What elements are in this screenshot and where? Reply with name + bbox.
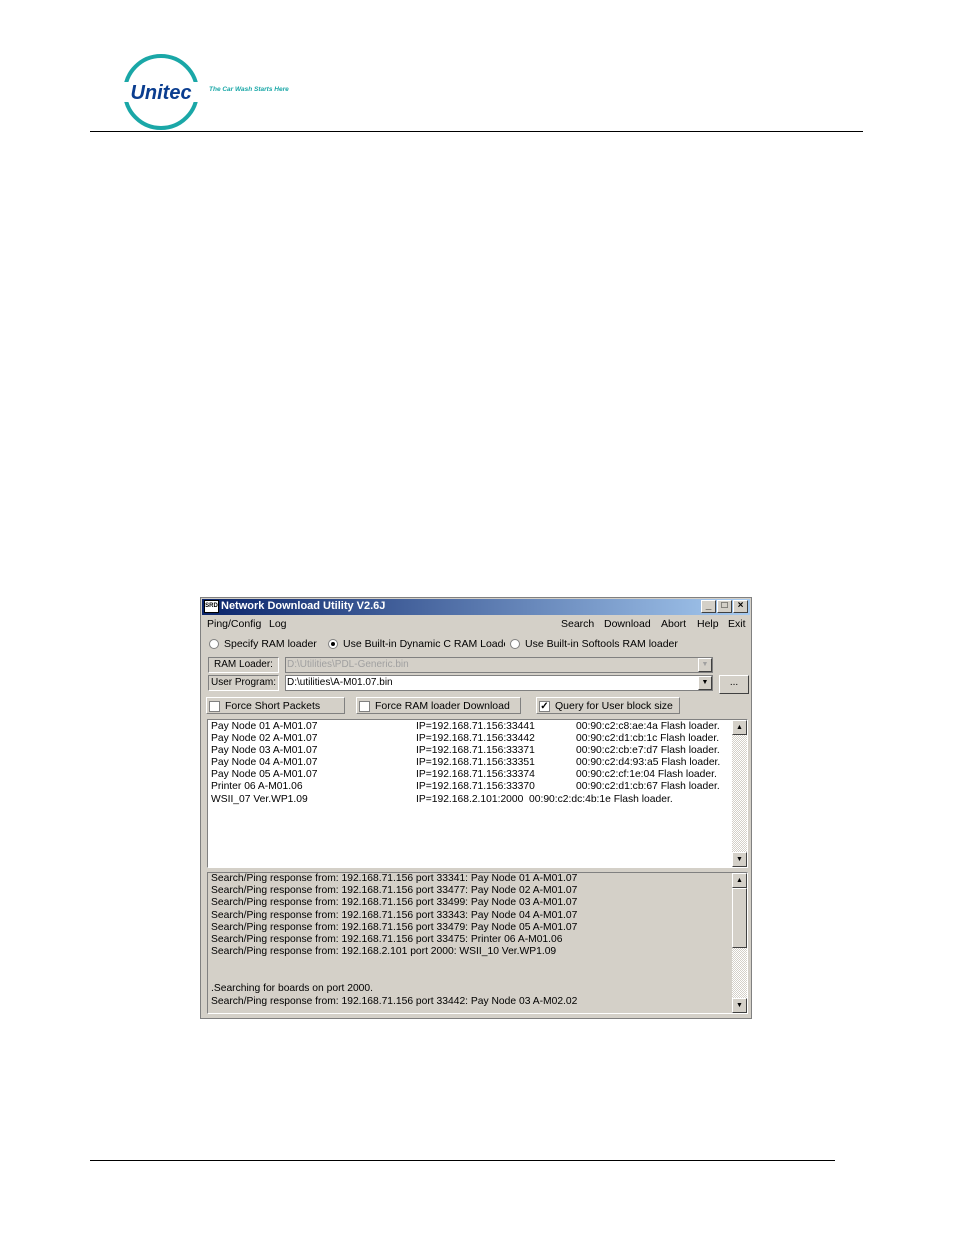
radio-specify-ram-loader[interactable]: [209, 639, 219, 649]
scroll-up-arrow-icon[interactable]: ▲: [732, 720, 747, 735]
radio-specify-ram-loader-label: Specify RAM loader: [224, 638, 317, 650]
scroll-down-arrow-icon[interactable]: ▼: [732, 998, 747, 1013]
menu-search[interactable]: Search: [561, 618, 594, 630]
minimize-button[interactable]: _: [701, 600, 716, 613]
log-scrollbar[interactable]: ▲ ▼: [732, 873, 747, 1013]
log-line: Search/Ping response from: 192.168.71.15…: [211, 922, 578, 933]
log-line: Search/Ping response from: 192.168.71.15…: [211, 996, 578, 1007]
menu-exit[interactable]: Exit: [728, 618, 746, 630]
checkbox-force-ram-loader[interactable]: Force RAM loader Download: [356, 697, 521, 714]
network-download-utility-window: SRD Network Download Utility V2.6J _ □ ×…: [200, 597, 752, 1019]
header-rule: [90, 131, 863, 132]
radio-dynamic-c-loader[interactable]: [328, 639, 338, 649]
menu-ping-config[interactable]: Ping/Config: [207, 618, 261, 630]
radio-softools-loader[interactable]: [510, 639, 520, 649]
ram-loader-combo: D:\Utilities\PDL-Generic.bin ▼: [285, 657, 713, 673]
brand-tagline: The Car Wash Starts Here: [209, 86, 289, 93]
log-line: Search/Ping response from: 192.168.71.15…: [211, 873, 578, 884]
window-title: Network Download Utility V2.6J: [221, 600, 386, 612]
user-program-combo[interactable]: D:\utilities\A-M01.07.bin ▼: [285, 675, 713, 691]
log-line: Search/Ping response from: 192.168.2.101…: [211, 946, 557, 957]
checkbox-query-block-size-label: Query for User block size: [555, 700, 673, 712]
menu-abort[interactable]: Abort: [661, 618, 686, 630]
user-program-dropdown-icon[interactable]: ▼: [698, 676, 712, 690]
user-program-label: User Program:: [208, 675, 279, 691]
ram-loader-label: RAM Loader:: [208, 657, 279, 673]
log-line: Search/Ping response from: 192.168.71.15…: [211, 897, 578, 908]
app-icon: SRD: [204, 600, 219, 613]
ram-loader-dropdown-icon: ▼: [698, 658, 712, 672]
brand-name: Unitec: [130, 82, 191, 104]
scroll-down-arrow-icon[interactable]: ▼: [732, 852, 747, 867]
log-scroll-thumb[interactable]: [732, 888, 747, 948]
log-line: .Searching for boards on port 2000.: [211, 983, 373, 994]
board-list[interactable]: Pay Node 01 A-M01.07 IP=192.168.71.156:3…: [207, 719, 748, 868]
radio-dynamic-c-loader-label: Use Built-in Dynamic C RAM Loader: [343, 638, 505, 650]
unitec-logo: Unitec: [118, 54, 204, 130]
close-button[interactable]: ×: [733, 600, 748, 613]
checkbox-force-short-packets-label: Force Short Packets: [225, 700, 321, 712]
menu-download[interactable]: Download: [604, 618, 651, 630]
board-list-scrollbar[interactable]: ▲ ▼: [732, 720, 747, 867]
checkbox-force-ram-loader-box[interactable]: [359, 701, 370, 712]
log-line: Search/Ping response from: 192.168.71.15…: [211, 934, 563, 945]
checkbox-force-short-packets-box[interactable]: [209, 701, 220, 712]
menu-log[interactable]: Log: [269, 618, 287, 630]
radio-softools-loader-label: Use Built-in Softools RAM loader: [525, 638, 678, 650]
checkbox-force-short-packets[interactable]: Force Short Packets: [206, 697, 345, 714]
log-line: Search/Ping response from: 192.168.71.15…: [211, 885, 578, 896]
menu-help[interactable]: Help: [697, 618, 719, 630]
checkbox-query-block-size[interactable]: ✓ Query for User block size: [536, 697, 680, 714]
user-program-value: D:\utilities\A-M01.07.bin: [287, 677, 393, 688]
log-pane[interactable]: Search/Ping response from: 192.168.71.15…: [207, 872, 748, 1014]
browse-button[interactable]: ...: [719, 675, 749, 694]
maximize-button[interactable]: □: [717, 600, 732, 613]
scroll-up-arrow-icon[interactable]: ▲: [732, 873, 747, 888]
checkbox-query-block-size-box[interactable]: ✓: [539, 701, 550, 712]
ram-loader-value: D:\Utilities\PDL-Generic.bin: [287, 659, 409, 670]
log-line: Search/Ping response from: 192.168.71.15…: [211, 910, 578, 921]
title-bar[interactable]: SRD Network Download Utility V2.6J _ □ ×: [202, 599, 750, 615]
footer-rule: [90, 1160, 835, 1161]
checkbox-force-ram-loader-label: Force RAM loader Download: [375, 700, 510, 712]
